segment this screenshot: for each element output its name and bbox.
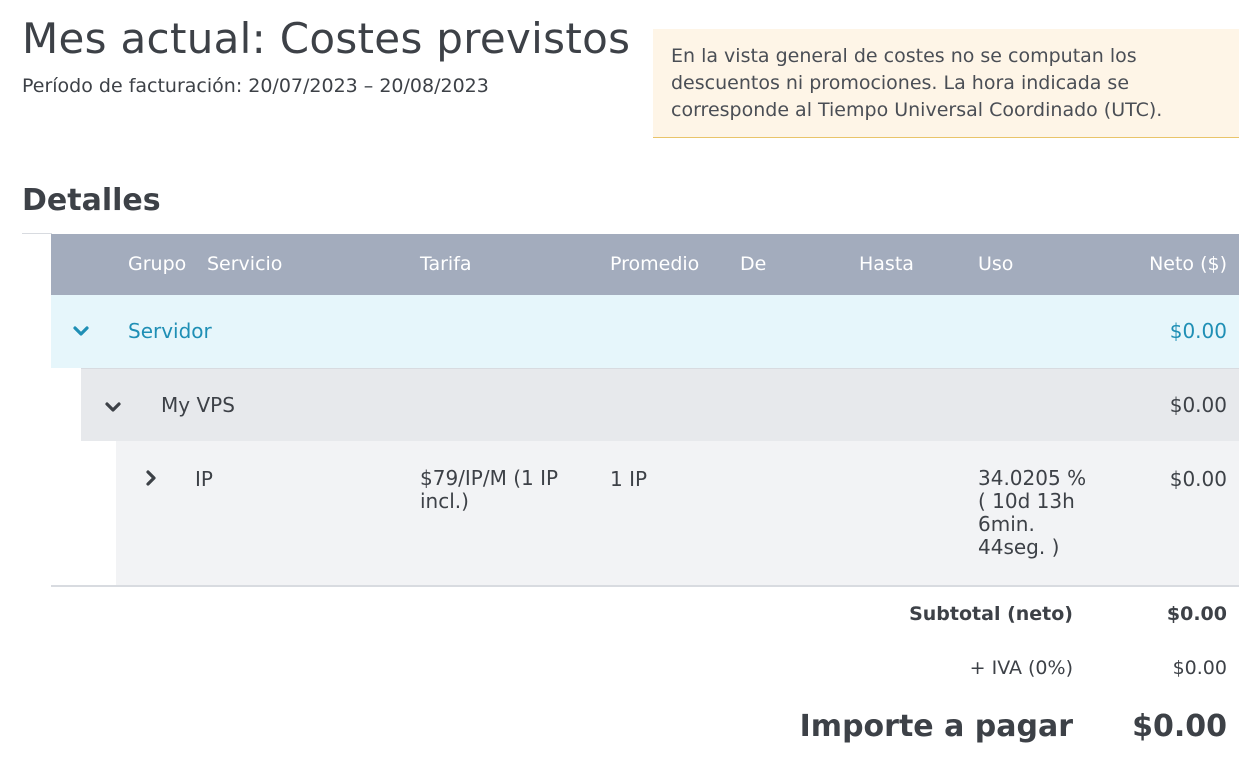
column-header-usage[interactable]: Uso	[978, 253, 1013, 275]
table-header: Grupo Servicio Tarifa Promedio De Hasta …	[51, 234, 1239, 295]
chevron-right-icon[interactable]	[142, 469, 160, 487]
service-name: IP	[195, 467, 213, 491]
service-average: 1 IP	[610, 467, 648, 491]
server-net-value: $0.00	[1169, 393, 1227, 417]
group-label: Servidor	[128, 319, 212, 343]
section-divider	[22, 233, 52, 234]
column-header-average[interactable]: Promedio	[610, 253, 699, 275]
service-row-ip[interactable]: IP $79/IP/M (1 IP incl.) 1 IP 34.0205 % …	[116, 441, 1239, 585]
column-header-group[interactable]: Grupo	[128, 253, 186, 275]
billing-period: Período de facturación: 20/07/2023 – 20/…	[22, 75, 489, 97]
service-net-value: $0.00	[1169, 467, 1227, 491]
vat-value: $0.00	[1172, 657, 1227, 679]
column-header-tariff[interactable]: Tarifa	[420, 253, 472, 275]
group-row-server[interactable]: Servidor $0.00	[51, 295, 1239, 368]
table-bottom-divider	[51, 585, 1239, 587]
info-notice: En la vista general de costes no se comp…	[653, 29, 1239, 138]
page-title: Mes actual: Costes previstos	[22, 14, 631, 63]
service-tariff: $79/IP/M (1 IP incl.)	[420, 466, 559, 513]
details-title: Detalles	[22, 183, 161, 218]
column-header-net[interactable]: Neto ($)	[1149, 253, 1227, 275]
server-row[interactable]: My VPS $0.00	[81, 368, 1239, 441]
service-usage: 34.0205 % ( 10d 13h 6min. 44seg. )	[978, 466, 1087, 559]
chevron-down-icon[interactable]	[103, 397, 123, 417]
subtotal-label: Subtotal (neto)	[909, 603, 1073, 625]
column-header-from[interactable]: De	[740, 253, 766, 275]
amount-due-value: $0.00	[1132, 709, 1227, 744]
column-header-service[interactable]: Servicio	[207, 253, 282, 275]
amount-due-label: Importe a pagar	[799, 709, 1073, 744]
column-header-to[interactable]: Hasta	[859, 253, 914, 275]
subtotal-value: $0.00	[1166, 603, 1227, 625]
server-label: My VPS	[161, 393, 235, 417]
chevron-down-icon[interactable]	[71, 321, 91, 341]
vat-label: + IVA (0%)	[969, 657, 1073, 679]
group-net-value: $0.00	[1169, 319, 1227, 343]
